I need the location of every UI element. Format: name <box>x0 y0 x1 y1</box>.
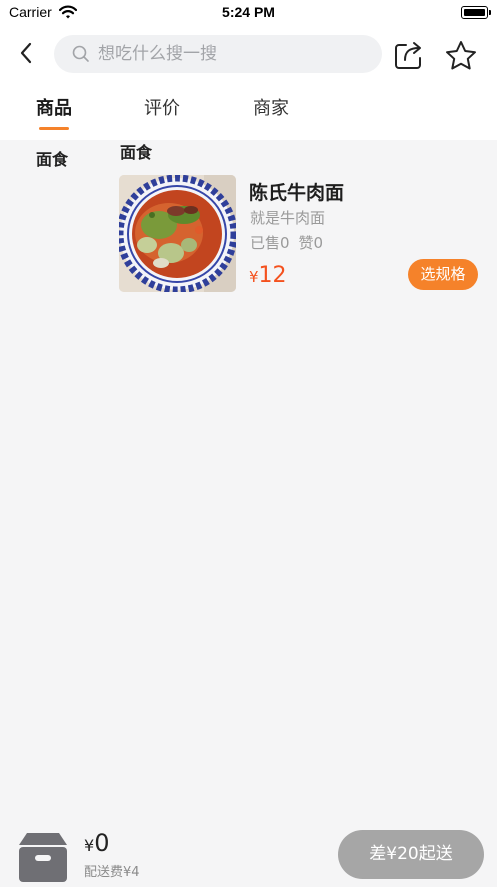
share-button[interactable] <box>393 39 425 71</box>
price-value: 12 <box>258 263 287 288</box>
total-value: 0 <box>94 829 110 857</box>
section-title: 面食 <box>120 143 153 162</box>
product-name: 陈氏牛肉面 <box>249 182 345 204</box>
tab-reviews[interactable]: 评价 <box>144 94 180 120</box>
share-icon <box>395 42 421 69</box>
tab-products[interactable]: 商品 <box>36 94 72 120</box>
search-icon <box>72 45 90 67</box>
chevron-left-icon <box>20 42 32 64</box>
search-bar[interactable] <box>54 35 382 73</box>
product-card[interactable]: 陈氏牛肉面 就是牛肉面 已售0 赞0 ¥12 选规格 <box>119 175 481 293</box>
clock: 5:24 PM <box>222 4 275 20</box>
select-spec-button[interactable]: 选规格 <box>408 259 478 290</box>
product-description: 就是牛肉面 <box>250 209 326 227</box>
active-tab-indicator <box>39 127 69 130</box>
beef-noodle-bowl-image <box>119 175 236 292</box>
delivery-fee: 配送费¥4 <box>84 865 140 880</box>
search-input[interactable] <box>98 35 368 73</box>
tab-merchant[interactable]: 商家 <box>253 94 289 120</box>
price-currency: ¥ <box>249 268 259 286</box>
favorite-button[interactable] <box>444 39 478 73</box>
back-button[interactable] <box>14 40 40 66</box>
product-stats: 已售0 赞0 <box>250 232 323 253</box>
checkout-button[interactable]: 差¥20起送 <box>338 830 484 879</box>
sidebar-item-noodles[interactable]: 面食 <box>36 146 68 170</box>
battery-icon <box>461 6 491 19</box>
cart-box-icon[interactable] <box>18 831 68 887</box>
status-bar: Carrier 5:24 PM <box>0 0 497 26</box>
like-count: 赞0 <box>298 234 324 252</box>
product-price: ¥12 <box>249 263 287 288</box>
cart-total: ¥0 <box>84 829 109 857</box>
sold-count: 已售0 <box>250 234 290 252</box>
star-icon <box>446 41 476 70</box>
total-currency: ¥ <box>84 836 95 855</box>
